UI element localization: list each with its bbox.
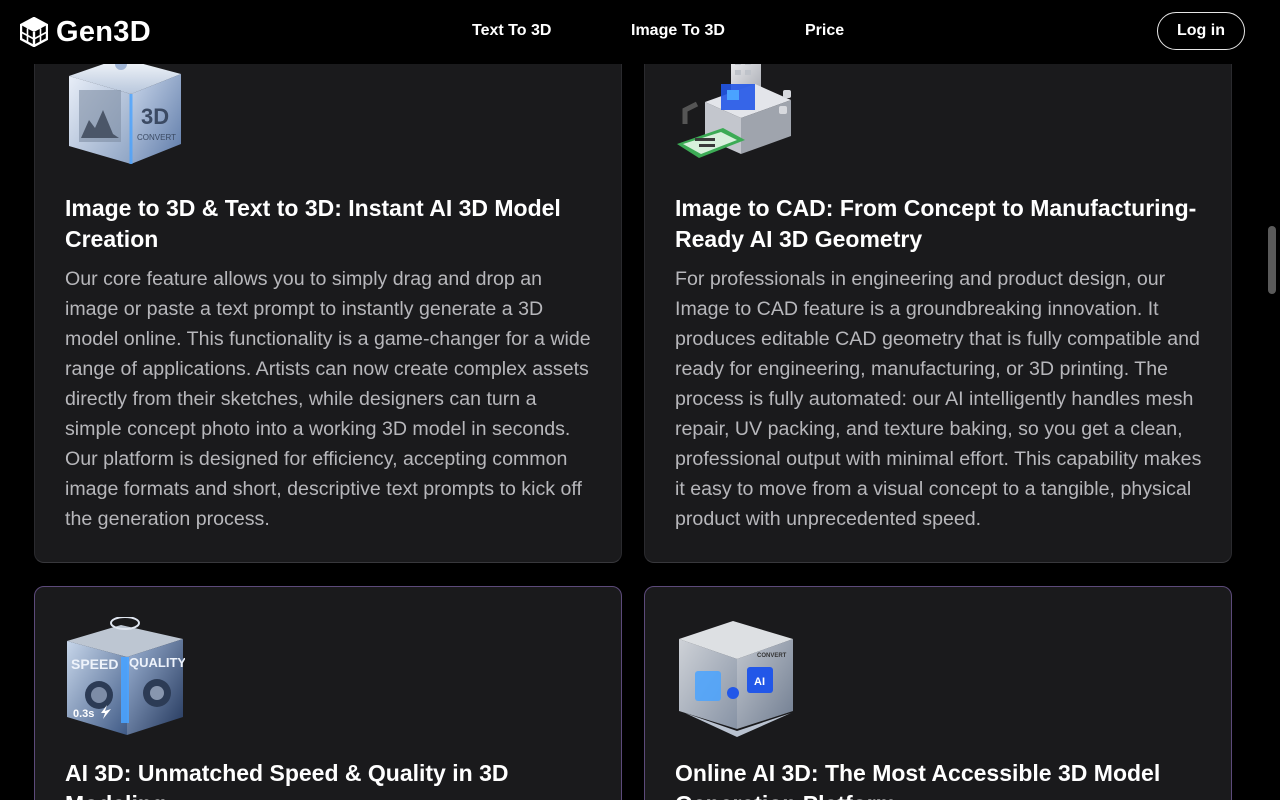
card-title: Image to 3D & Text to 3D: Instant AI 3D … — [65, 195, 561, 252]
card-description: For professionals in engineering and pro… — [675, 268, 1202, 530]
page: 3D CONVERT Image to 3D & Text to 3D: Ins… — [0, 0, 1280, 800]
feature-card-online-ai-3d: AI CONVERT Online AI 3D: The Most Access… — [644, 586, 1232, 800]
scrollbar-thumb[interactable] — [1268, 226, 1276, 294]
main-nav: Text To 3D Image To 3D Price — [0, 0, 1280, 64]
login-button[interactable]: Log in — [1157, 12, 1245, 50]
speed-quality-cube-icon: SPEED QUALITY 0.3s — [65, 616, 186, 737]
card-title: AI 3D: Unmatched Speed & Quality in 3D M… — [65, 760, 509, 800]
cad-machine-icon — [675, 54, 795, 174]
cube-logo-icon — [20, 17, 48, 47]
feature-card-speed-quality: SPEED QUALITY 0.3s AI 3D: Unmatched Spee… — [34, 586, 622, 800]
3d-convert-cube-icon: 3D CONVERT — [65, 54, 185, 174]
svg-text:3D: 3D — [141, 104, 169, 129]
card-description: Our core feature allows you to simply dr… — [65, 268, 591, 530]
page-scrollbar[interactable] — [1266, 64, 1276, 800]
svg-text:AI: AI — [754, 676, 765, 688]
svg-text:CONVERT: CONVERT — [757, 653, 787, 659]
card-title: Image to CAD: From Concept to Manufactur… — [675, 195, 1197, 252]
feature-card-image-to-cad: Image to CAD: From Concept to Manufactur… — [644, 20, 1232, 563]
brand-logo[interactable]: Gen3D — [20, 16, 151, 48]
svg-text:CONVERT: CONVERT — [137, 133, 176, 142]
card-title: Online AI 3D: The Most Accessible 3D Mod… — [675, 760, 1161, 800]
feature-card-image-text-to-3d: 3D CONVERT Image to 3D & Text to 3D: Ins… — [34, 20, 622, 563]
nav-text-to-3d[interactable]: Text To 3D — [472, 22, 551, 40]
svg-text:QUALITY: QUALITY — [129, 655, 185, 670]
nav-price[interactable]: Price — [805, 22, 844, 40]
site-header: Gen3D Text To 3D Image To 3D Price Log i… — [0, 0, 1280, 64]
svg-text:0.3s: 0.3s — [73, 708, 94, 720]
brand-name: Gen3D — [56, 15, 151, 48]
svg-text:SPEED: SPEED — [71, 656, 118, 672]
ai-convert-cube-icon: AI CONVERT — [675, 617, 795, 737]
nav-image-to-3d[interactable]: Image To 3D — [631, 22, 725, 40]
